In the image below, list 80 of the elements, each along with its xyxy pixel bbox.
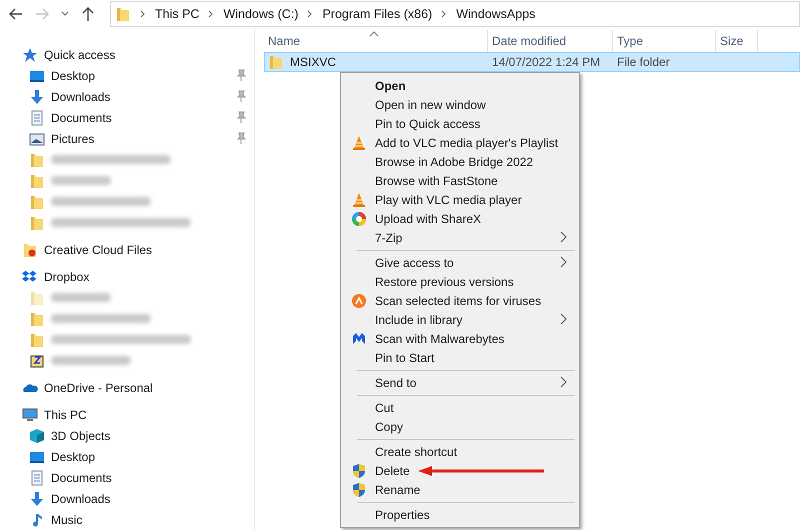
shield-icon: [351, 462, 367, 478]
chevron-right-icon: [207, 9, 216, 19]
menu-item[interactable]: Give access to: [343, 253, 577, 272]
menu-item[interactable]: Browse in Adobe Bridge 2022: [343, 152, 577, 171]
nav-item[interactable]: Creative Cloud Files: [44, 242, 152, 256]
nav-item[interactable]: Documents: [51, 470, 112, 484]
box-icon: [22, 268, 38, 284]
address-bar[interactable]: This PC Windows (C:) Program Files (x86) WindowsApps: [110, 1, 800, 27]
menu-item[interactable]: Include in library: [343, 310, 577, 329]
file-name: MSIXVC: [290, 55, 336, 69]
folder-icon: [29, 310, 45, 326]
document-icon: [29, 470, 45, 486]
document-icon: [29, 110, 45, 126]
folder-icon: [29, 152, 45, 168]
folder-icon: [29, 214, 45, 230]
cone-icon: [351, 192, 367, 208]
down-arrow-icon: [29, 490, 45, 506]
folder-icon: [29, 172, 45, 188]
folder-icon: [29, 332, 45, 348]
m-shape-icon: [351, 330, 367, 346]
swirl-icon: [351, 210, 367, 226]
menu-item[interactable]: Add to VLC media player's Playlist: [343, 133, 577, 152]
menu-item[interactable]: Properties: [343, 505, 577, 524]
menu-item[interactable]: Rename: [343, 480, 577, 499]
menu-item[interactable]: Create shortcut: [343, 442, 577, 461]
type-cell-text: File folder: [616, 54, 671, 71]
nav-item[interactable]: OneDrive - Personal: [44, 380, 153, 394]
menu-item[interactable]: Delete: [343, 461, 577, 480]
file-row[interactable]: MSIXVC 14/07/2022 1:24 PM File folder: [264, 52, 800, 72]
cone-icon: [351, 134, 367, 150]
menu-item[interactable]: Pin to Start: [343, 348, 577, 367]
menu-item[interactable]: Open: [343, 76, 577, 95]
menu-item[interactable]: Scan with Malwarebytes: [343, 329, 577, 348]
nav-item[interactable]: Dropbox: [44, 270, 90, 284]
star-icon: [22, 46, 38, 62]
chevron-right-icon: [440, 9, 448, 19]
shield-icon: [351, 482, 367, 498]
caret-circle-icon: [351, 292, 367, 308]
menu-item[interactable]: Upload with ShareX: [343, 209, 577, 228]
folder-icon: [22, 242, 38, 258]
menu-item[interactable]: Scan selected items for viruses: [343, 291, 577, 310]
folder-icon: [115, 6, 131, 22]
nav-item[interactable]: Quick access: [44, 48, 116, 62]
menu-item[interactable]: Play with VLC media player: [343, 190, 577, 209]
nav-item[interactable]: Music: [51, 512, 82, 526]
date-cell-text: 14/07/2022 1:24 PM: [491, 54, 602, 71]
nav-item[interactable]: Desktop: [51, 450, 96, 464]
nav-item[interactable]: Downloads: [51, 90, 110, 104]
nav-item[interactable]: 3D Objects: [51, 428, 110, 442]
menu-item[interactable]: Send to: [343, 373, 577, 392]
cube-icon: [29, 428, 45, 444]
nav-item[interactable]: Downloads: [51, 492, 110, 506]
menu-item[interactable]: Restore previous versions: [343, 272, 577, 291]
menu-item[interactable]: Open in new window: [343, 95, 577, 114]
menu-item[interactable]: Pin to Quick access: [343, 114, 577, 133]
folder-icon: [29, 290, 45, 306]
folder-icon: [29, 194, 45, 210]
breadcrumb[interactable]: This PC: [155, 7, 200, 21]
chevron-right-icon: [139, 9, 147, 19]
sort-caret-icon: [369, 31, 379, 37]
chevron-right-icon: [306, 9, 314, 19]
down-arrow-icon: [29, 88, 45, 104]
breadcrumb[interactable]: WindowsApps: [456, 7, 536, 21]
menu-item[interactable]: 7-Zip: [343, 228, 577, 247]
menu-item[interactable]: Copy: [343, 417, 577, 436]
nav-item[interactable]: Desktop: [51, 68, 96, 82]
up-arrow-icon: [80, 6, 96, 22]
nav-item[interactable]: Pictures: [51, 132, 94, 146]
archive-icon: [29, 352, 45, 368]
picture-icon: [29, 130, 45, 146]
breadcrumb[interactable]: Program Files (x86): [322, 7, 432, 21]
forward-arrow-icon: [34, 6, 50, 22]
nav-item[interactable]: This PC: [44, 408, 87, 422]
breadcrumb[interactable]: Windows (C:): [223, 7, 298, 21]
menu-item[interactable]: Cut: [343, 398, 577, 417]
nav-item[interactable]: Documents: [51, 110, 112, 124]
folder-icon: [268, 54, 284, 70]
menu-item[interactable]: Browse with FastStone: [343, 171, 577, 190]
back-arrow-icon: [8, 6, 24, 22]
monitor-icon: [22, 406, 38, 422]
